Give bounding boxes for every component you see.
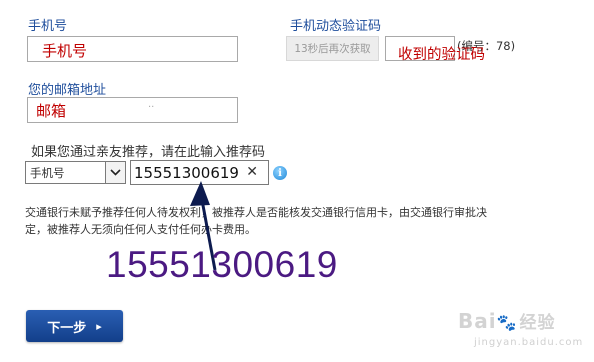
annotation-big-number: 15551300619 — [106, 244, 338, 285]
next-step-label: 下一步 — [47, 320, 87, 336]
clear-icon[interactable]: ✕ — [246, 164, 258, 180]
email-input[interactable]: 邮箱 .. — [27, 97, 238, 123]
phone-label: 手机号 — [28, 19, 68, 34]
otp-label: 手机动态验证码 — [290, 19, 382, 34]
email-input-value: 邮箱 — [36, 102, 67, 120]
email-label: 您的邮箱地址 — [28, 83, 107, 98]
next-arrow-icon: ▸ — [96, 319, 102, 333]
phone-input-value: 手机号 — [42, 42, 88, 60]
info-icon[interactable]: i — [273, 166, 287, 180]
otp-value-annotation: 收到的验证码 — [398, 47, 485, 63]
watermark-text: Bai — [458, 309, 497, 333]
watermark-logo: Bai🐾 经验 — [458, 308, 556, 333]
phone-input[interactable]: 手机号 — [27, 36, 238, 62]
watermark-url: jingyan.baidu.com — [474, 337, 584, 348]
watermark-paw-icon: 🐾 — [496, 313, 518, 332]
referral-type-select[interactable]: 手机号 — [25, 161, 126, 184]
resend-otp-button[interactable]: 13秒后再次获取 — [286, 36, 379, 61]
referral-notice: 交通银行未赋予推荐任何人待发权利，被推荐人是否能核发交通银行信用卡，由交通银行审… — [25, 204, 575, 238]
next-step-button[interactable]: 下一步 ▸ — [26, 310, 123, 342]
referral-notice-line1: 交通银行未赋予推荐任何人待发权利，被推荐人是否能核发交通银行信用卡，由交通银行审… — [25, 206, 487, 219]
referral-notice-line2: 定，被推荐人无须向任何人支付任何办卡费用。 — [25, 223, 256, 236]
watermark-text2: 经验 — [519, 313, 556, 333]
referral-label: 如果您通过亲友推荐，请在此输入推荐码 — [31, 145, 266, 160]
chevron-down-icon[interactable] — [105, 162, 125, 183]
referral-type-selected: 手机号 — [30, 165, 65, 180]
email-input-dots: .. — [148, 99, 155, 110]
